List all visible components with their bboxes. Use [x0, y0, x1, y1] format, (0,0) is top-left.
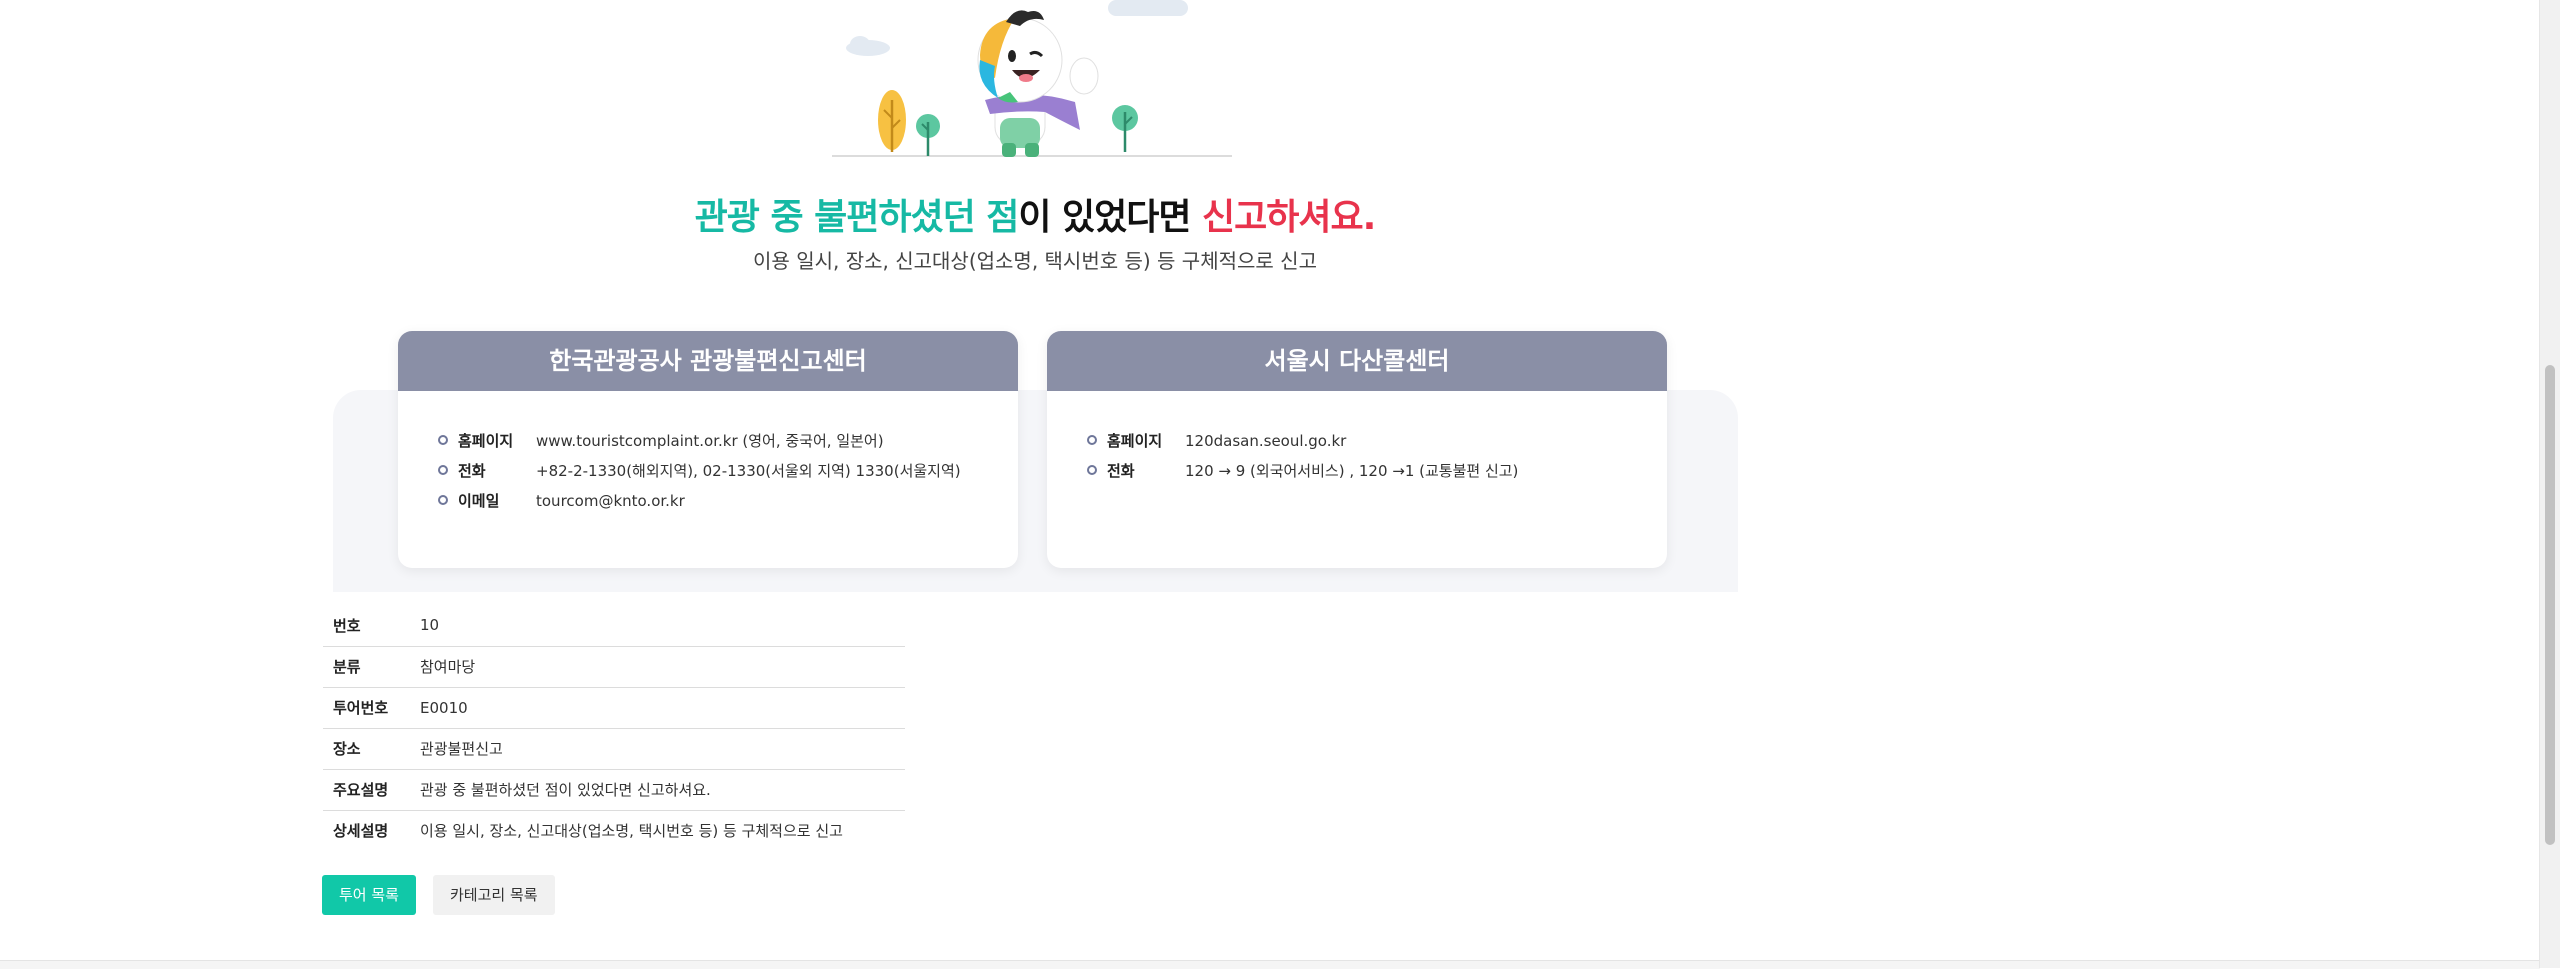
circle-bullet-icon: [1087, 464, 1097, 475]
row-label: 이메일: [458, 492, 500, 510]
card-title: 서울시 다산콜센터: [1047, 331, 1667, 391]
row-value: www.touristcomplaint.or.kr (영어, 중국어, 일본어…: [536, 432, 884, 450]
table-row: 투어번호 E0010: [323, 687, 905, 728]
row-label: 번호: [333, 616, 361, 635]
card-row-homepage: 홈페이지 www.touristcomplaint.or.kr (영어, 중국어,…: [438, 429, 884, 453]
row-label: 장소: [333, 740, 361, 758]
row-label: 전화: [1107, 462, 1135, 480]
card-row-homepage: 홈페이지 120dasan.seoul.go.kr: [1087, 429, 1346, 453]
table-row: 번호 10: [323, 605, 905, 646]
row-value: +82-2-1330(해외지역), 02-1330(서울외 지역) 1330(서…: [536, 462, 961, 480]
headline: 관광 중 불편하셨던 점이 있었다면 신고하셔요.: [0, 188, 2070, 240]
subheadline: 이용 일시, 장소, 신고대상(업소명, 택시번호 등) 등 구체적으로 신고: [753, 249, 1317, 273]
card-dasan-call-center: 서울시 다산콜센터 홈페이지 120dasan.seoul.go.kr 전화 120…: [1047, 331, 1667, 568]
row-label: 주요설명: [333, 781, 389, 799]
table-row: 분류 참여마당: [323, 646, 905, 687]
card-knto-complaint-center: 한국관광공사 관광불편신고센터 홈페이지 www.touristcomplaint…: [398, 331, 1018, 568]
row-value: 관광 중 불편하셨던 점이 있었다면 신고하셔요.: [420, 781, 711, 799]
row-label: 상세설명: [333, 822, 389, 841]
table-row: 주요설명 관광 중 불편하셨던 점이 있었다면 신고하셔요.: [323, 769, 905, 810]
row-label: 홈페이지: [458, 432, 514, 450]
row-value: tourcom@knto.or.kr: [536, 492, 685, 510]
category-list-button[interactable]: 카테고리 목록: [433, 875, 555, 915]
vertical-scrollbar[interactable]: [2539, 0, 2560, 968]
row-value: 참여마당: [420, 658, 476, 676]
headline-part-2: 이 있었다면: [1018, 197, 1203, 238]
row-value: E0010: [420, 698, 468, 717]
table-row: 상세설명 이용 일시, 장소, 신고대상(업소명, 택시번호 등) 등 구체적으…: [323, 810, 905, 851]
card-title: 한국관광공사 관광불편신고센터: [398, 331, 1018, 391]
circle-bullet-icon: [438, 434, 448, 445]
row-value: 10: [420, 616, 440, 635]
row-label: 전화: [458, 462, 486, 480]
mascot-illustration: [830, 0, 1235, 160]
tour-list-button[interactable]: 투어 목록: [322, 875, 416, 915]
circle-bullet-icon: [438, 494, 448, 505]
row-label: 투어번호: [333, 699, 389, 717]
card-row-email: 이메일 tourcom@knto.or.kr: [438, 489, 685, 513]
card-row-phone: 전화 +82-2-1330(해외지역), 02-1330(서울외 지역) 1330…: [438, 459, 961, 483]
headline-part-3: 신고하셔요.: [1202, 197, 1376, 238]
circle-bullet-icon: [1087, 434, 1097, 445]
table-row: 장소 관광불편신고: [323, 728, 905, 769]
row-value: 120 → 9 (외국어서비스) , 120 →1 (교통불편 신고): [1185, 462, 1519, 480]
circle-bullet-icon: [438, 464, 448, 475]
row-value: 관광불편신고: [420, 740, 503, 758]
tour-info-table: 번호 10 분류 참여마당 투어번호 E0010 장소 관광불편신고 주요설명 …: [323, 605, 905, 851]
row-value: 이용 일시, 장소, 신고대상(업소명, 택시번호 등) 등 구체적으로 신고: [420, 822, 843, 841]
headline-part-1: 관광 중 불편하셨던 점: [694, 197, 1020, 238]
card-row-phone: 전화 120 → 9 (외국어서비스) , 120 →1 (교통불편 신고): [1087, 459, 1518, 483]
row-value: 120dasan.seoul.go.kr: [1185, 432, 1347, 450]
row-label: 홈페이지: [1107, 432, 1163, 450]
scrollbar-thumb[interactable]: [2545, 365, 2555, 845]
row-label: 분류: [333, 658, 361, 676]
